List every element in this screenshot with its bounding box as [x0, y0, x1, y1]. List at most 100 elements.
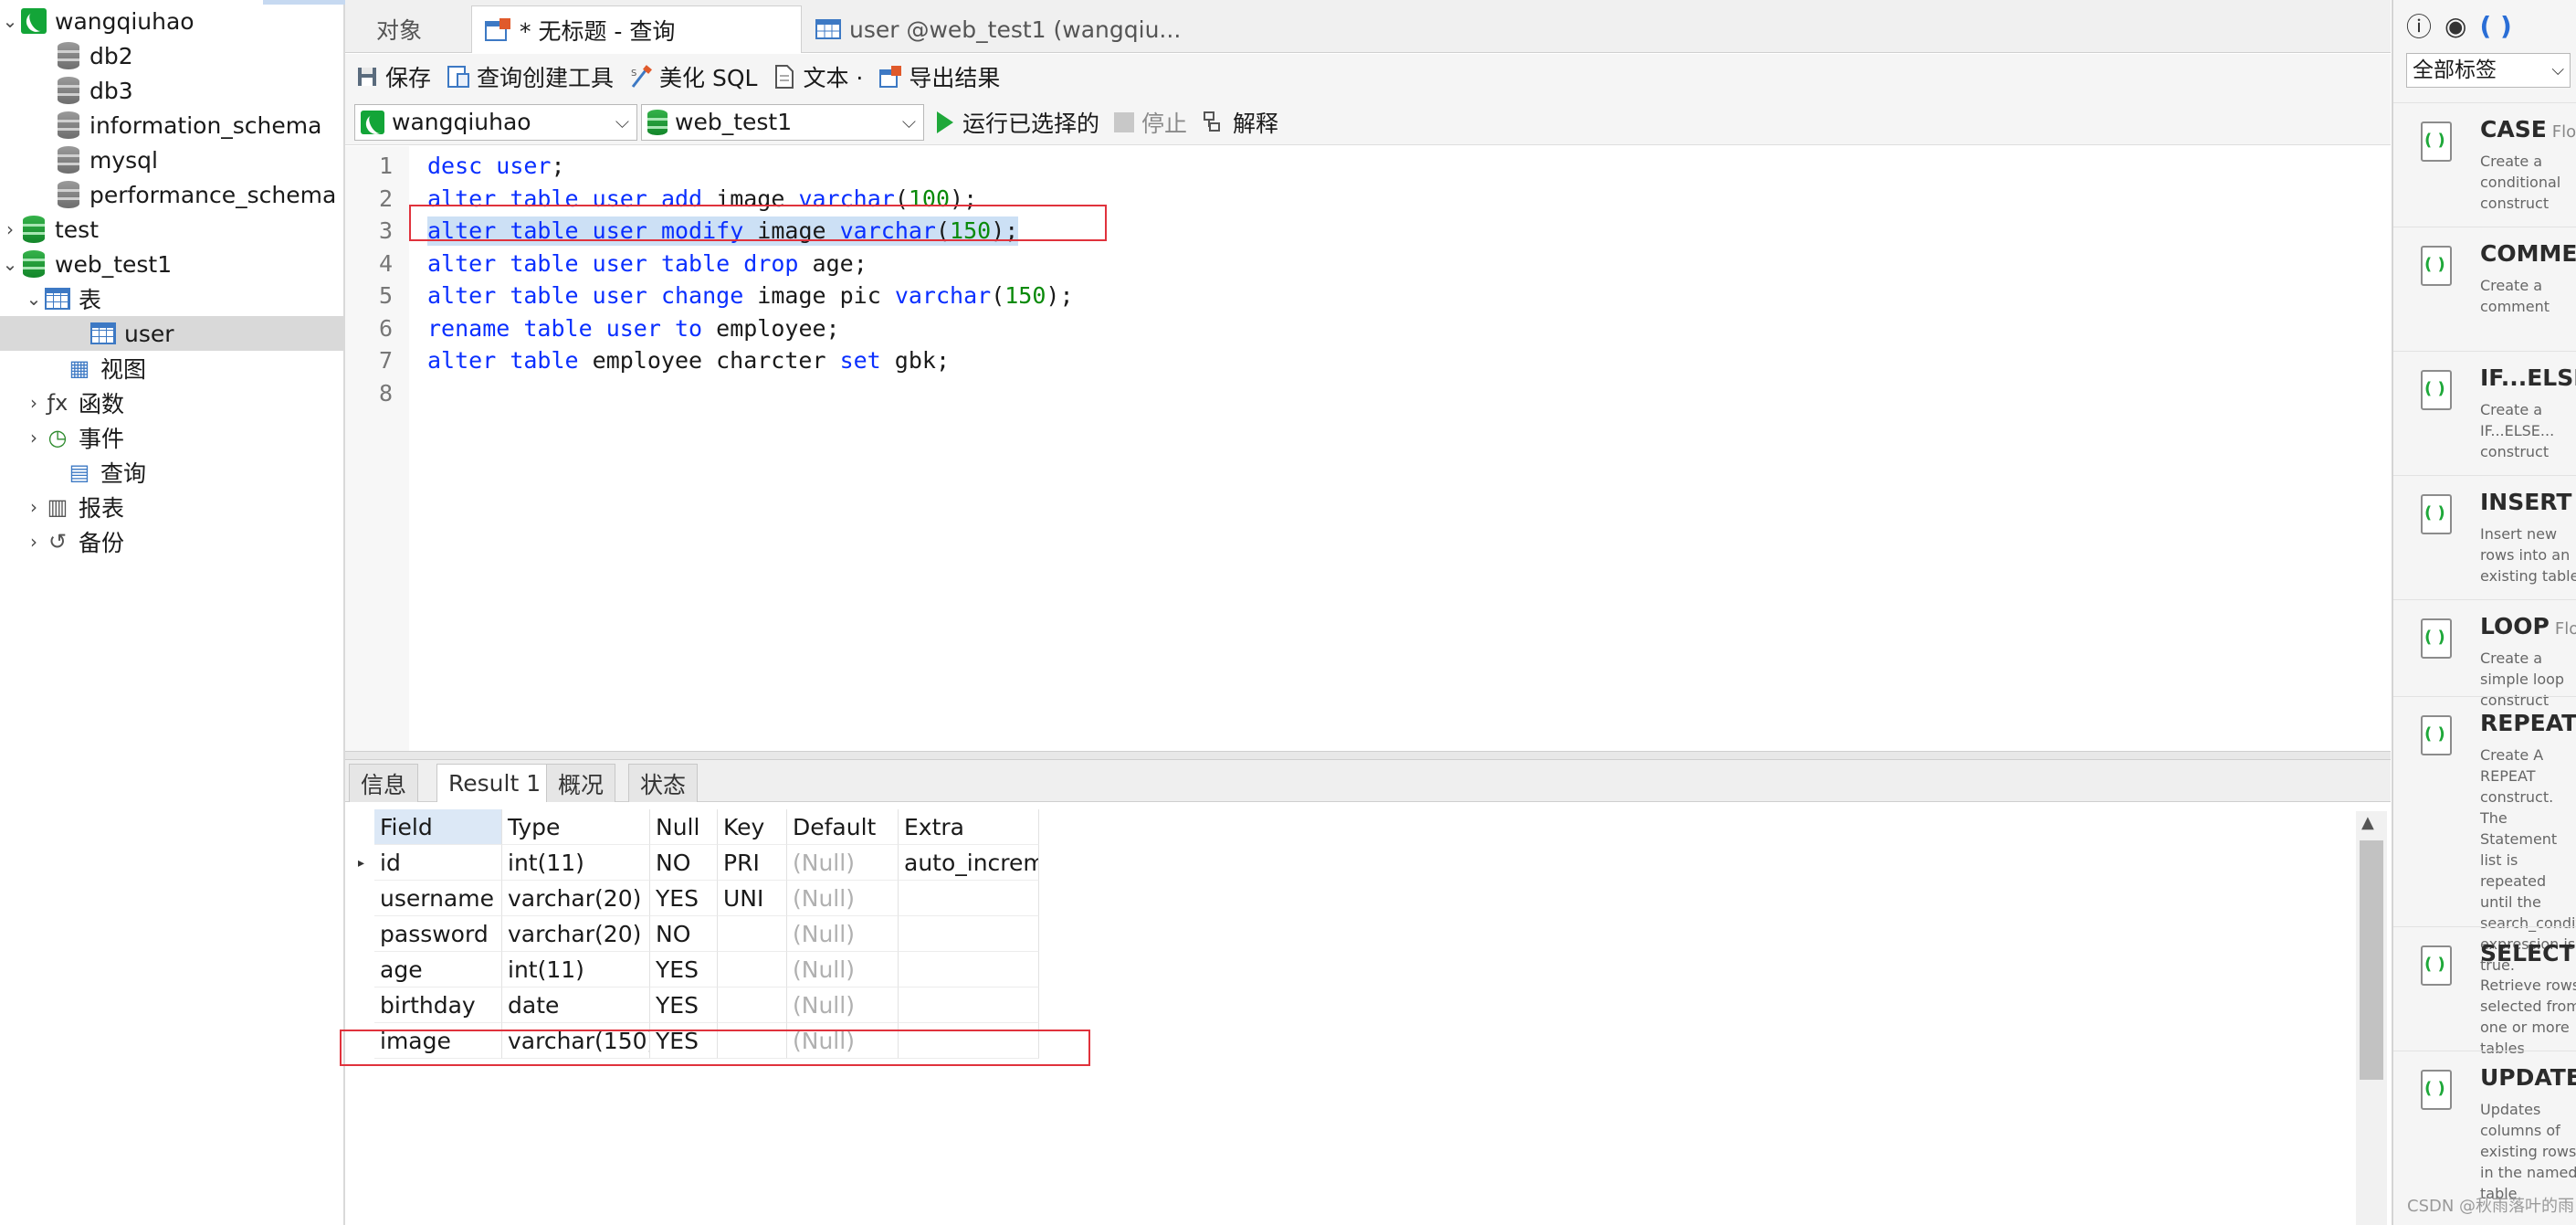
- table-cell[interactable]: password: [374, 916, 502, 952]
- tree-item-mysql[interactable]: mysql: [0, 143, 343, 177]
- tree-item--[interactable]: ⌄ 表: [0, 281, 343, 316]
- code-snippet-icon[interactable]: ( ): [2479, 11, 2511, 41]
- tree-item--[interactable]: › ↺ 备份: [0, 524, 343, 559]
- table-cell[interactable]: auto_increme: [899, 845, 1039, 881]
- table-cell[interactable]: (Null): [787, 916, 899, 952]
- snippet-item[interactable]: LOOPFlowCreate a simple loop construct: [2393, 599, 2576, 709]
- tab-info[interactable]: 信息: [349, 764, 419, 802]
- connection-select[interactable]: wangqiuhao ⌵: [354, 103, 637, 141]
- code-line[interactable]: desc user;: [427, 152, 565, 181]
- table-cell[interactable]: varchar(20): [502, 881, 650, 916]
- chevron-right-icon[interactable]: ›: [24, 490, 44, 524]
- column-header[interactable]: Field: [374, 809, 502, 845]
- tree-item-information-schema[interactable]: information_schema: [0, 108, 343, 143]
- tree-item-performance-schema[interactable]: performance_schema: [0, 177, 343, 212]
- database-select[interactable]: web_test1 ⌵: [641, 103, 924, 141]
- snippet-item[interactable]: CASEFlow Create a conditional construct: [2393, 102, 2576, 227]
- code-line[interactable]: alter table employee charcter set gbk;: [427, 346, 950, 375]
- tree-item--[interactable]: › ▥ 报表: [0, 490, 343, 524]
- stop-button[interactable]: 停止: [1114, 106, 1187, 139]
- tree-item--[interactable]: ▦ 视图: [0, 351, 343, 385]
- table-cell[interactable]: age: [374, 952, 502, 987]
- table-cell[interactable]: [899, 916, 1039, 952]
- table-cell[interactable]: username: [374, 881, 502, 916]
- table-cell[interactable]: UNI: [718, 881, 787, 916]
- explain-button[interactable]: 解释: [1202, 106, 1278, 139]
- chevron-right-icon[interactable]: ›: [0, 212, 20, 247]
- tree-item-wangqiuhao[interactable]: ⌄ wangqiuhao: [0, 4, 343, 38]
- editor-results-splitter[interactable]: [345, 751, 2391, 760]
- chevron-right-icon[interactable]: ›: [24, 385, 44, 420]
- tab-objects[interactable]: 对象: [363, 5, 435, 53]
- table-cell[interactable]: [718, 952, 787, 987]
- tree-item--[interactable]: › ƒx 函数: [0, 385, 343, 420]
- chevron-right-icon[interactable]: ›: [24, 524, 44, 559]
- tree-item--[interactable]: ▤ 查询: [0, 455, 343, 490]
- tab-result-1[interactable]: Result 1: [436, 764, 553, 802]
- table-cell[interactable]: [899, 987, 1039, 1023]
- snippet-filter-select[interactable]: 全部标签 ⌵: [2406, 53, 2571, 88]
- table-cell[interactable]: YES: [650, 987, 718, 1023]
- table-cell[interactable]: NO: [650, 916, 718, 952]
- table-cell[interactable]: [718, 916, 787, 952]
- table-cell[interactable]: [718, 987, 787, 1023]
- scrollbar-thumb[interactable]: [2360, 840, 2383, 1080]
- column-header[interactable]: Null: [650, 809, 718, 845]
- table-cell[interactable]: (Null): [787, 987, 899, 1023]
- run-selected-button[interactable]: 运行已选择的: [937, 106, 1099, 139]
- table-cell[interactable]: [899, 881, 1039, 916]
- table-cell[interactable]: PRI: [718, 845, 787, 881]
- column-header[interactable]: Type: [502, 809, 650, 845]
- snippet-item[interactable]: IF...ELSE... Create a IF...ELSE... constr…: [2393, 351, 2576, 475]
- table-cell[interactable]: YES: [650, 881, 718, 916]
- table-cell[interactable]: NO: [650, 845, 718, 881]
- table-cell[interactable]: varchar(20): [502, 916, 650, 952]
- table-cell[interactable]: id: [374, 845, 502, 881]
- tree-item-db2[interactable]: db2: [0, 38, 343, 73]
- column-header[interactable]: Key: [718, 809, 787, 845]
- column-header[interactable]: Extra: [899, 809, 1039, 845]
- tree-item-test[interactable]: › test: [0, 212, 343, 247]
- tab-user-table[interactable]: user @web_test1 (wangqiu...: [802, 5, 1193, 53]
- sql-editor[interactable]: 12345678 desc user; alter table user add …: [345, 146, 2391, 751]
- code-line[interactable]: alter table user change image pic varcha…: [427, 281, 1074, 311]
- tab-overview[interactable]: 概况: [546, 764, 616, 802]
- eye-icon[interactable]: ◉: [2445, 11, 2466, 41]
- snippet-item[interactable]: REPEATFCreate A REPEAT construct. The St…: [2393, 696, 2576, 974]
- chevron-down-icon[interactable]: ⌄: [0, 4, 20, 38]
- snippet-item[interactable]: SELECT S Retrieve rows selected from one …: [2393, 926, 2576, 1057]
- chevron-down-icon[interactable]: ⌄: [0, 247, 20, 281]
- table-cell[interactable]: YES: [650, 952, 718, 987]
- result-scrollbar[interactable]: ▲: [2356, 811, 2387, 1225]
- table-cell[interactable]: (Null): [787, 952, 899, 987]
- text-button[interactable]: 文本 ·: [772, 60, 863, 93]
- tree-item--[interactable]: › ◷ 事件: [0, 420, 343, 455]
- export-results-button[interactable]: 导出结果: [878, 60, 1000, 93]
- column-header[interactable]: Default: [787, 809, 899, 845]
- table-cell[interactable]: (Null): [787, 881, 899, 916]
- snippet-item[interactable]: INSERT S Insert new rows into an existing…: [2393, 475, 2576, 599]
- table-cell[interactable]: date: [502, 987, 650, 1023]
- save-button[interactable]: 保存: [354, 60, 431, 93]
- tree-item-web-test1[interactable]: ⌄ web_test1: [0, 247, 343, 281]
- result-grid[interactable]: Field Type Null Key Default Extra ▸ id int(11) NO…: [345, 802, 2391, 1225]
- scroll-up-icon[interactable]: ▲: [2361, 813, 2374, 832]
- beautify-sql-button[interactable]: S 美化 SQL: [628, 60, 757, 93]
- table-cell[interactable]: int(11): [502, 845, 650, 881]
- table-cell[interactable]: int(11): [502, 952, 650, 987]
- chevron-right-icon[interactable]: ›: [24, 420, 44, 455]
- tree-item-db3[interactable]: db3: [0, 73, 343, 108]
- snippet-item[interactable]: COMMEN Create a comment: [2393, 227, 2576, 351]
- tab-untitled-query[interactable]: * 无标题 - 查询: [471, 5, 802, 53]
- info-icon[interactable]: ⓘ: [2406, 7, 2432, 44]
- code-line[interactable]: rename table user to employee;: [427, 314, 840, 343]
- table-cell[interactable]: (Null): [787, 845, 899, 881]
- table-cell[interactable]: birthday: [374, 987, 502, 1023]
- query-builder-button[interactable]: 查询创建工具: [446, 60, 614, 93]
- code-line[interactable]: alter table user table drop age;: [427, 249, 867, 279]
- tab-status[interactable]: 状态: [628, 764, 699, 802]
- snippet-description: Insert new rows into an existing table: [2480, 525, 2576, 585]
- tree-item-user[interactable]: user: [0, 316, 343, 351]
- table-cell[interactable]: [899, 952, 1039, 987]
- chevron-down-icon[interactable]: ⌄: [24, 281, 44, 316]
